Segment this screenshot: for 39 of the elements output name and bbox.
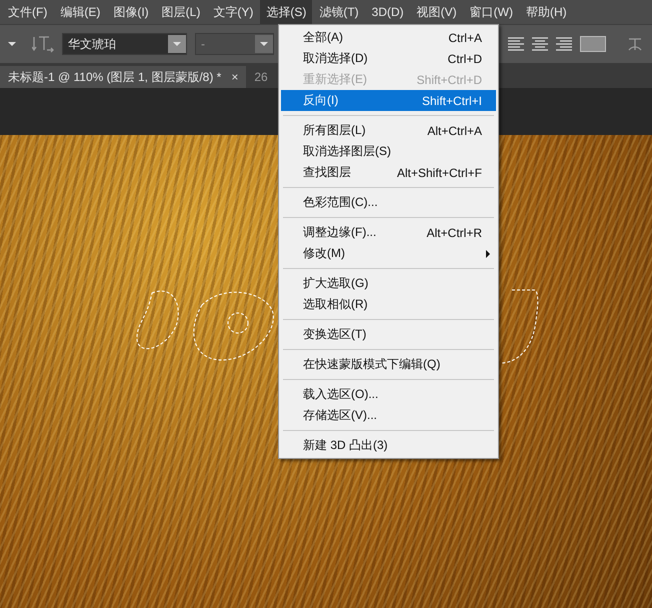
- menu-title[interactable]: 帮助(H): [520, 0, 573, 24]
- text-orientation-icon[interactable]: [32, 34, 54, 54]
- text-color-swatch[interactable]: [580, 36, 606, 52]
- menu-item[interactable]: 查找图层 Alt+Shift+Ctrl+F: [281, 162, 496, 183]
- menu-item[interactable]: 修改(M): [281, 243, 496, 264]
- menu-item[interactable]: 色彩范围(C)...: [281, 192, 496, 213]
- dropdown-button[interactable]: [255, 35, 273, 53]
- menu-title[interactable]: 图像(I): [107, 0, 155, 24]
- document-tab[interactable]: 26: [246, 66, 276, 88]
- menu-item[interactable]: 载入选区(O)...: [281, 384, 496, 405]
- menu-item[interactable]: 取消选择图层(S): [281, 141, 496, 162]
- menu-item[interactable]: 所有图层(L) Alt+Ctrl+A: [281, 120, 496, 141]
- menu-item[interactable]: 全部(A) Ctrl+A: [281, 27, 496, 48]
- menu-item[interactable]: 新建 3D 凸出(3): [281, 435, 496, 456]
- menu-item[interactable]: 反向(I) Shift+Ctrl+I: [281, 90, 496, 111]
- align-text-icon[interactable]: [508, 37, 524, 51]
- menu-item[interactable]: 取消选择(D) Ctrl+D: [281, 48, 496, 69]
- menu-title[interactable]: 图层(L): [156, 0, 206, 24]
- menu-item[interactable]: 在快速蒙版模式下编辑(Q): [281, 354, 496, 375]
- menu-item[interactable]: 选取相似(R): [281, 294, 496, 315]
- menu-item[interactable]: 扩大选取(G): [281, 273, 496, 294]
- document-tab[interactable]: 未标题-1 @ 110% (图层 1, 图层蒙版/8) * ×: [0, 66, 246, 88]
- align-text-icon[interactable]: [532, 37, 548, 51]
- menu-title[interactable]: 选择(S): [260, 0, 312, 24]
- menu-title[interactable]: 文件(F): [2, 0, 54, 24]
- menu-title[interactable]: 编辑(E): [54, 0, 106, 24]
- menu-item[interactable]: 存储选区(V)...: [281, 405, 496, 426]
- menu-item[interactable]: 调整边缘(F)... Alt+Ctrl+R: [281, 222, 496, 243]
- menu-title[interactable]: 3D(D): [366, 1, 410, 23]
- menu-title[interactable]: 文字(Y): [207, 0, 260, 24]
- font-family-field[interactable]: 华文琥珀: [62, 33, 187, 55]
- menu-item[interactable]: 变换选区(T): [281, 324, 496, 345]
- menu-title[interactable]: 视图(V): [410, 0, 463, 24]
- dropdown-button[interactable]: [168, 35, 186, 53]
- caret-icon[interactable]: [8, 42, 16, 46]
- menu-title[interactable]: 滤镜(T): [313, 0, 365, 24]
- menu-title[interactable]: 窗口(W): [464, 0, 519, 24]
- close-icon[interactable]: ×: [231, 70, 238, 84]
- align-text-icon[interactable]: [556, 37, 572, 51]
